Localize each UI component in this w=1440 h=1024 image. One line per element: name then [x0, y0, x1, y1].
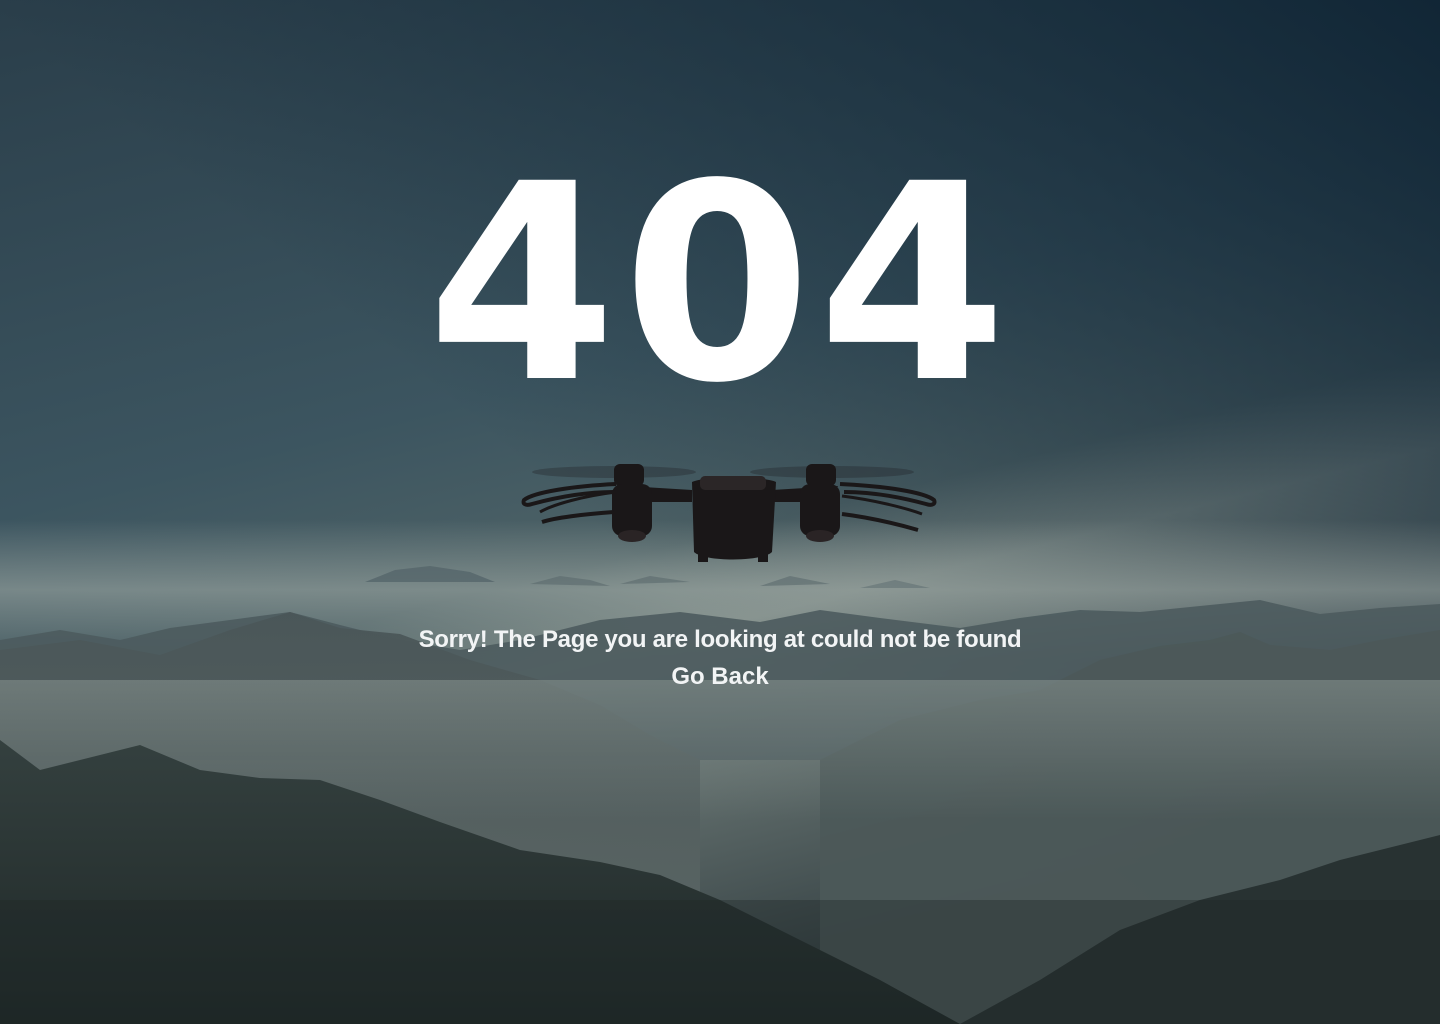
not-found-message-container: Sorry! The Page you are looking at could…: [0, 624, 1440, 656]
go-back-link[interactable]: Go Back: [671, 662, 768, 692]
not-found-page: 404 Sorry! The Page you are looking at c…: [0, 0, 1440, 1024]
go-back-container: Go Back: [0, 662, 1440, 692]
not-found-message: Sorry! The Page you are looking at could…: [418, 626, 1022, 653]
drone-illustration: [521, 464, 937, 562]
error-code-heading: 404: [427, 127, 1013, 443]
